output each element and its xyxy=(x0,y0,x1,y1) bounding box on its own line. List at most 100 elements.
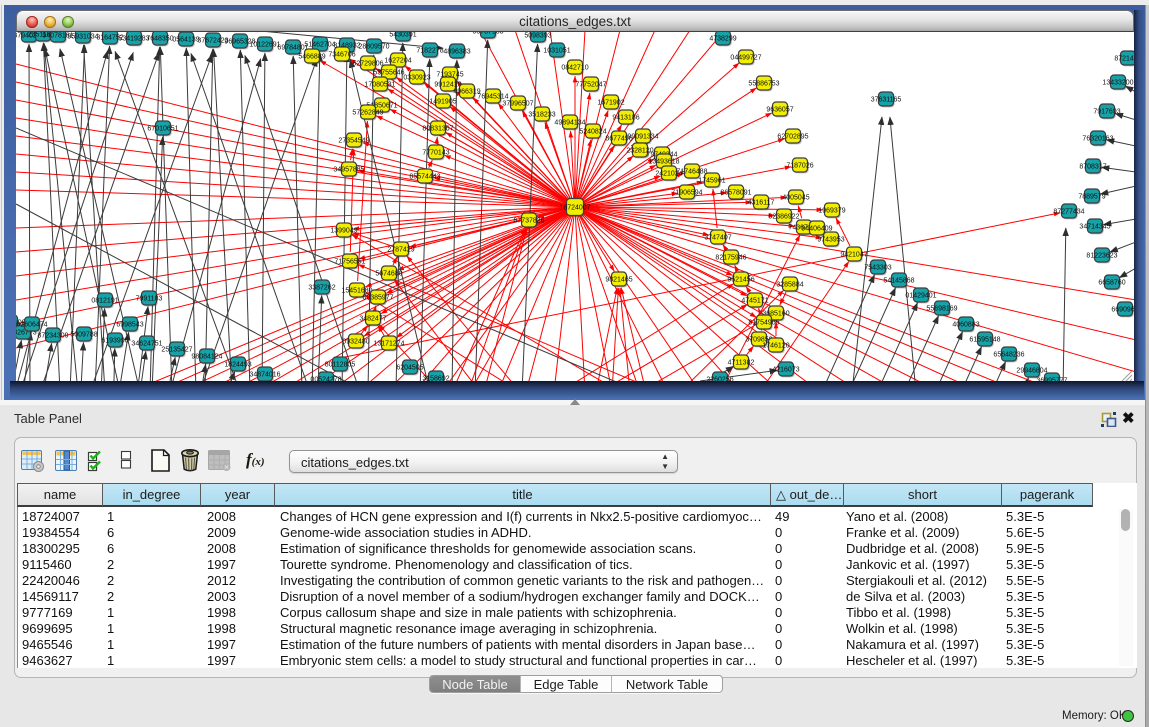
svg-text:7346706: 7346706 xyxy=(328,51,355,58)
svg-text:3482477: 3482477 xyxy=(359,315,386,322)
svg-text:3158692: 3158692 xyxy=(422,375,449,381)
svg-text:53755646: 53755646 xyxy=(373,69,404,76)
svg-text:5674680: 5674680 xyxy=(375,270,402,277)
svg-text:81754965: 81754965 xyxy=(748,319,779,326)
svg-text:1671902: 1671902 xyxy=(597,99,624,106)
svg-text:29946804: 29946804 xyxy=(1016,367,1047,374)
svg-text:27354549: 27354549 xyxy=(338,137,369,144)
svg-text:4316117: 4316117 xyxy=(748,199,775,206)
svg-text:61595148: 61595148 xyxy=(969,336,1000,343)
svg-text:34714345: 34714345 xyxy=(1079,223,1110,230)
svg-text:34624751: 34624751 xyxy=(131,340,162,347)
svg-text:85574443: 85574443 xyxy=(409,173,440,180)
svg-text:55698169: 55698169 xyxy=(926,305,957,312)
svg-text:71906594: 71906594 xyxy=(671,189,702,196)
svg-text:9743953: 9743953 xyxy=(817,236,844,243)
svg-text:81223623: 81223623 xyxy=(1086,252,1117,259)
svg-text:62386922: 62386922 xyxy=(768,213,799,220)
svg-text:13493618: 13493618 xyxy=(648,158,679,165)
svg-text:5009788: 5009788 xyxy=(70,331,97,338)
svg-text:6193990: 6193990 xyxy=(101,337,128,344)
svg-text:02606474: 02606474 xyxy=(16,321,47,328)
svg-text:3285884: 3285884 xyxy=(776,281,803,288)
svg-text:7889579: 7889579 xyxy=(1078,193,1105,200)
svg-text:6690967: 6690967 xyxy=(1111,306,1134,313)
svg-text:1746120: 1746120 xyxy=(762,342,789,349)
svg-text:94406409: 94406409 xyxy=(801,225,832,232)
svg-text:18724007: 18724007 xyxy=(559,204,590,211)
svg-text:7991183: 7991183 xyxy=(136,295,163,302)
svg-text:67737826: 67737826 xyxy=(513,217,544,224)
svg-text:5098393: 5098393 xyxy=(524,32,551,39)
svg-text:36995777: 36995777 xyxy=(1036,377,1067,381)
svg-text:4216073: 4216073 xyxy=(772,366,799,373)
svg-text:60385977: 60385977 xyxy=(362,294,393,301)
svg-text:53419283: 53419283 xyxy=(118,35,149,42)
svg-text:6658760: 6658760 xyxy=(1098,279,1125,286)
svg-text:87234309: 87234309 xyxy=(37,332,68,339)
svg-text:76320163: 76320163 xyxy=(1082,135,1113,142)
svg-text:9636057: 9636057 xyxy=(766,106,793,113)
svg-text:0330923: 0330923 xyxy=(403,74,430,81)
svg-text:0564139: 0564139 xyxy=(172,36,199,43)
svg-text:8708317: 8708317 xyxy=(1079,163,1106,170)
svg-text:01429401: 01429401 xyxy=(905,292,936,299)
svg-text:1824493: 1824493 xyxy=(224,361,251,368)
svg-text:7187026: 7187026 xyxy=(786,162,813,169)
svg-text:65648236: 65648236 xyxy=(993,351,1024,358)
svg-text:95931034: 95931034 xyxy=(67,33,98,40)
svg-text:7182278: 7182278 xyxy=(416,47,443,54)
svg-text:37631165: 37631165 xyxy=(871,96,902,103)
svg-text:17080531: 17080531 xyxy=(364,81,395,88)
svg-text:8721489: 8721489 xyxy=(1114,55,1134,62)
svg-text:86578091: 86578091 xyxy=(720,189,751,196)
svg-text:82175946: 82175946 xyxy=(715,254,746,261)
svg-text:3518233: 3518233 xyxy=(528,111,555,118)
svg-text:04499727: 04499727 xyxy=(730,54,761,61)
svg-text:25135427: 25135427 xyxy=(161,346,192,353)
svg-text:0842710: 0842710 xyxy=(561,64,588,71)
svg-text:5430391: 5430391 xyxy=(389,32,416,38)
svg-text:2787429: 2787429 xyxy=(387,246,414,253)
svg-text:28809570: 28809570 xyxy=(358,43,389,50)
svg-text:13433200: 13433200 xyxy=(1102,79,1133,86)
svg-text:00524278: 00524278 xyxy=(310,376,341,381)
svg-text:80112805: 80112805 xyxy=(325,361,356,368)
svg-text:13171274: 13171274 xyxy=(373,340,404,347)
svg-text:7648350: 7648350 xyxy=(146,35,173,42)
svg-text:9821465: 9821465 xyxy=(605,276,632,283)
svg-text:6998543: 6998543 xyxy=(116,321,143,328)
svg-text:5240824: 5240824 xyxy=(579,128,606,135)
svg-text:99091334: 99091334 xyxy=(627,133,658,140)
svg-text:71756551: 71756551 xyxy=(334,258,365,265)
svg-text:98084124: 98084124 xyxy=(191,353,222,360)
svg-text:1399049: 1399049 xyxy=(330,227,357,234)
svg-text:51462704: 51462704 xyxy=(304,41,335,48)
svg-text:9413186: 9413186 xyxy=(612,114,639,121)
svg-text:3387262: 3387262 xyxy=(308,284,335,291)
svg-text:1627204: 1627204 xyxy=(384,57,411,64)
svg-text:57262849: 57262849 xyxy=(352,109,383,116)
svg-text:4896383: 4896383 xyxy=(443,48,470,55)
svg-text:7543303: 7543303 xyxy=(864,264,891,271)
svg-text:71746488: 71746488 xyxy=(676,168,707,175)
svg-text:37996507: 37996507 xyxy=(502,100,533,107)
svg-text:62702895: 62702895 xyxy=(777,133,808,140)
svg-text:54145868: 54145868 xyxy=(883,277,914,284)
svg-text:9421047: 9421047 xyxy=(840,251,867,258)
svg-text:7917693: 7917693 xyxy=(1093,108,1120,115)
svg-text:1491905: 1491905 xyxy=(429,98,456,105)
svg-text:49894134: 49894134 xyxy=(554,119,585,126)
svg-text:77752047: 77752047 xyxy=(575,81,606,88)
svg-text:65787133: 65787133 xyxy=(472,32,503,35)
svg-text:4005045: 4005045 xyxy=(782,194,809,201)
svg-text:1969379: 1969379 xyxy=(818,207,845,214)
svg-text:80831367: 80831367 xyxy=(422,125,453,132)
svg-text:7770143: 7770143 xyxy=(422,149,449,156)
svg-text:4738299: 4738299 xyxy=(709,35,736,42)
svg-text:67010651: 67010651 xyxy=(147,125,178,132)
svg-text:9912419: 9912419 xyxy=(434,81,461,88)
svg-text:55886753: 55886753 xyxy=(748,80,779,87)
svg-text:62729806: 62729806 xyxy=(352,60,383,67)
svg-text:15451680: 15451680 xyxy=(341,287,372,294)
